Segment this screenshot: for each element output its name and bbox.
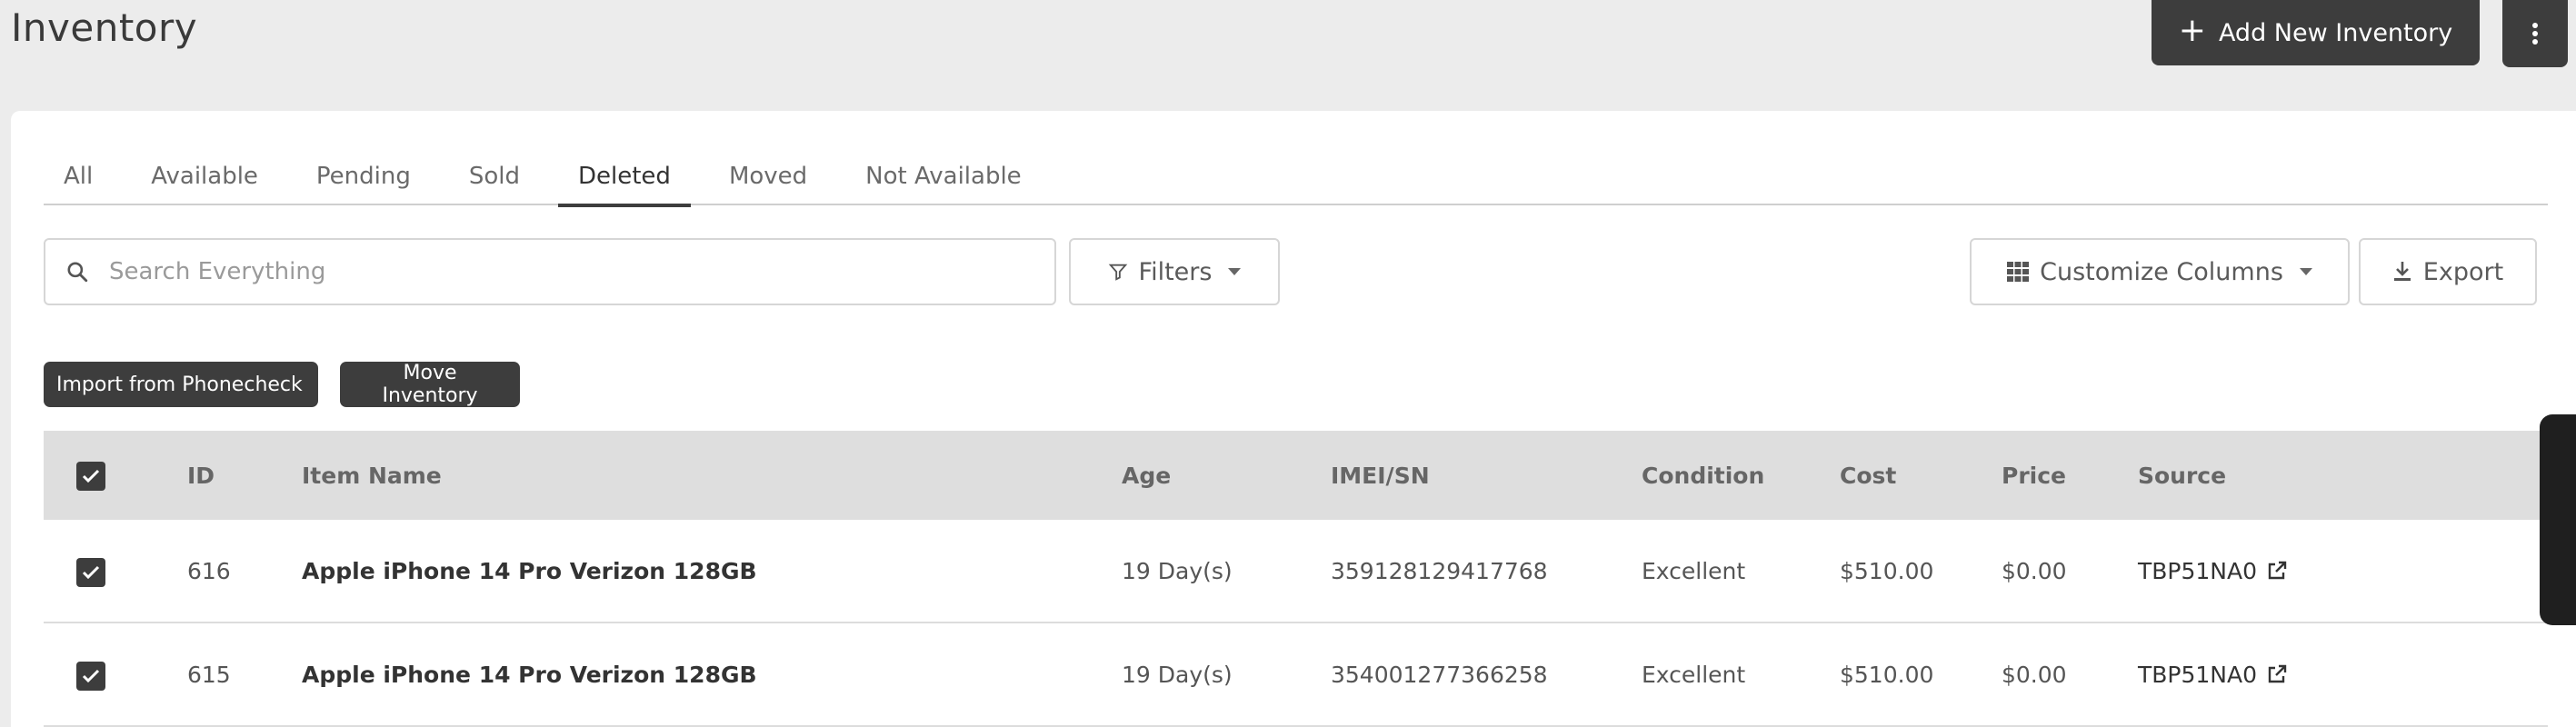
cell-cost: $510.00	[1840, 661, 1934, 688]
tab-pending[interactable]: Pending	[296, 147, 431, 205]
tab-not-available[interactable]: Not Available	[845, 147, 1042, 205]
chevron-down-icon	[1228, 268, 1242, 275]
check-icon	[82, 565, 100, 580]
external-link-icon[interactable]	[2266, 560, 2288, 582]
cell-age: 19 Day(s)	[1122, 661, 1233, 688]
column-header-source[interactable]: Source	[2138, 463, 2226, 489]
tab-deleted[interactable]: Deleted	[558, 147, 691, 207]
table-header-row: ID Item Name Age IMEI/SN Condition Cost …	[44, 431, 2548, 520]
tab-moved[interactable]: Moved	[709, 147, 827, 205]
cell-price: $0.00	[2002, 661, 2067, 688]
column-header-imei[interactable]: IMEI/SN	[1331, 463, 1430, 489]
source-label: TBP51NA0	[2138, 557, 2258, 584]
filters-label: Filters	[1138, 257, 1213, 286]
table-row[interactable]: 616 Apple iPhone 14 Pro Verizon 128GB 19…	[44, 520, 2548, 623]
search-icon	[45, 260, 109, 284]
plus-icon: +	[2178, 12, 2206, 49]
chevron-down-icon	[2299, 268, 2312, 275]
vertical-dots-icon	[2532, 23, 2538, 45]
cell-id: 615	[187, 661, 231, 688]
status-tabs: All Available Pending Sold Deleted Moved…	[44, 147, 2548, 207]
inventory-table: ID Item Name Age IMEI/SN Condition Cost …	[44, 431, 2548, 727]
column-header-condition[interactable]: Condition	[1642, 463, 1764, 489]
more-options-button[interactable]	[2502, 0, 2568, 67]
filter-icon	[1108, 264, 1127, 281]
cell-cost: $510.00	[1840, 557, 1934, 584]
customize-columns-button[interactable]: Customize Columns	[1970, 238, 2350, 305]
cell-item-name[interactable]: Apple iPhone 14 Pro Verizon 128GB	[302, 662, 757, 688]
column-header-cost[interactable]: Cost	[1840, 463, 1896, 489]
column-header-price[interactable]: Price	[2002, 463, 2066, 489]
external-link-icon[interactable]	[2266, 663, 2288, 685]
tab-sold[interactable]: Sold	[449, 147, 540, 205]
tab-all[interactable]: All	[44, 147, 113, 205]
cell-condition: Excellent	[1642, 661, 1746, 688]
cell-source[interactable]: TBP51NA0	[2138, 558, 2288, 584]
row-checkbox[interactable]	[76, 662, 105, 691]
filters-button[interactable]: Filters	[1069, 238, 1280, 305]
row-checkbox[interactable]	[76, 558, 105, 587]
download-icon	[2393, 262, 2411, 281]
side-panel-toggle[interactable]	[2540, 414, 2576, 625]
customize-columns-label: Customize Columns	[2040, 257, 2283, 286]
cell-imei: 359128129417768	[1331, 557, 1548, 584]
cell-id: 616	[187, 557, 231, 584]
add-new-inventory-label: Add New Inventory	[2218, 18, 2453, 47]
select-all-checkbox[interactable]	[76, 462, 105, 491]
cell-imei: 354001277366258	[1331, 661, 1548, 688]
grid-icon	[2007, 262, 2030, 282]
page-title: Inventory	[11, 5, 198, 50]
add-new-inventory-button[interactable]: + Add New Inventory	[2152, 0, 2480, 65]
export-label: Export	[2422, 257, 2504, 286]
move-inventory-button[interactable]: Move Inventory	[340, 362, 520, 407]
search-box	[44, 238, 1056, 305]
cell-item-name[interactable]: Apple iPhone 14 Pro Verizon 128GB	[302, 558, 757, 584]
check-icon	[82, 469, 100, 483]
import-from-phonecheck-button[interactable]: Import from Phonecheck	[44, 362, 318, 407]
column-header-item-name[interactable]: Item Name	[302, 463, 442, 489]
export-button[interactable]: Export	[2359, 238, 2537, 305]
search-input[interactable]	[109, 258, 1054, 285]
column-header-id[interactable]: ID	[187, 463, 215, 489]
inventory-card: All Available Pending Sold Deleted Moved…	[11, 111, 2576, 727]
column-header-age[interactable]: Age	[1122, 463, 1171, 489]
cell-source[interactable]: TBP51NA0	[2138, 662, 2288, 688]
cell-price: $0.00	[2002, 557, 2067, 584]
table-row[interactable]: 615 Apple iPhone 14 Pro Verizon 128GB 19…	[44, 623, 2548, 727]
cell-age: 19 Day(s)	[1122, 557, 1233, 584]
tab-available[interactable]: Available	[131, 147, 278, 205]
cell-condition: Excellent	[1642, 557, 1746, 584]
check-icon	[82, 669, 100, 683]
source-label: TBP51NA0	[2138, 661, 2258, 688]
